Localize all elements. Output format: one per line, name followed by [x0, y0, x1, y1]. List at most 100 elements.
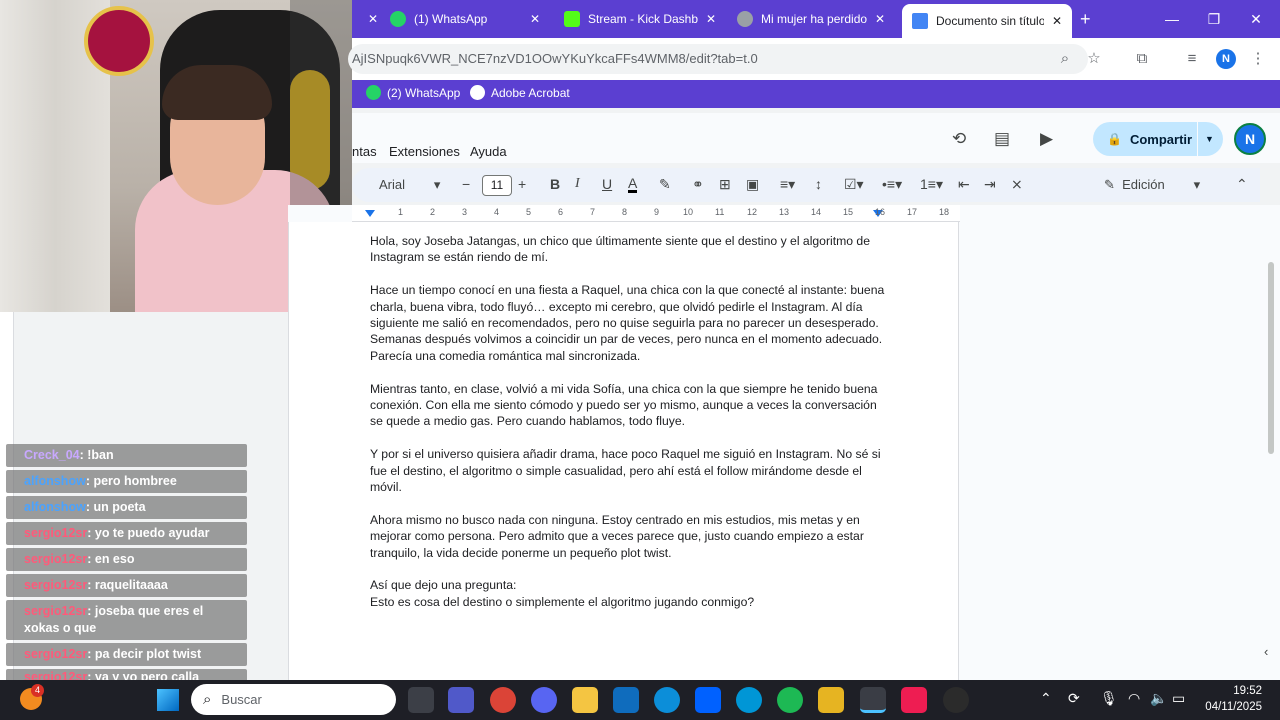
- task-view-icon[interactable]: [408, 687, 434, 713]
- ruler-number: 9: [654, 207, 660, 217]
- maximize-icon[interactable]: ❐: [1194, 0, 1234, 38]
- streamer: [150, 55, 300, 255]
- share-button[interactable]: 🔒 Compartir ▼: [1093, 122, 1223, 156]
- media-control-icon[interactable]: ≡: [1182, 49, 1202, 69]
- new-tab-button[interactable]: +: [1080, 6, 1091, 32]
- whatsapp-icon: [390, 11, 406, 27]
- chevron-down-icon[interactable]: ▼: [1205, 134, 1214, 144]
- editing-mode-select[interactable]: ✎ Edición ▾: [1104, 177, 1200, 193]
- obs-icon[interactable]: [943, 687, 969, 713]
- teams-icon[interactable]: [448, 687, 474, 713]
- profile-avatar[interactable]: N: [1216, 49, 1236, 69]
- close-icon[interactable]: ✕: [1052, 14, 1062, 28]
- add-comment-icon[interactable]: ⊞: [719, 176, 731, 193]
- align-icon[interactable]: ≡▾: [780, 176, 795, 193]
- menu-kebab-icon[interactable]: ⋮: [1248, 49, 1268, 69]
- bulleted-list-icon[interactable]: •≡▾: [882, 176, 902, 193]
- account-avatar[interactable]: N: [1234, 123, 1266, 155]
- increase-font-size-icon[interactable]: +: [518, 176, 526, 192]
- italic-icon[interactable]: I: [575, 176, 580, 192]
- tab-kick[interactable]: Stream - Kick Dashbo ✕: [564, 6, 724, 32]
- close-icon[interactable]: ✕: [530, 12, 540, 26]
- numbered-list-icon[interactable]: 1≡▾: [920, 176, 943, 193]
- decrease-font-size-icon[interactable]: −: [462, 176, 470, 192]
- close-window-icon[interactable]: ✕: [1236, 0, 1276, 38]
- decrease-indent-icon[interactable]: ⇤: [958, 176, 970, 193]
- extensions-icon[interactable]: ⧉: [1132, 49, 1152, 69]
- microphone-icon[interactable]: 🎙: [1100, 690, 1118, 707]
- taskbar-search[interactable]: ⌕ Buscar: [191, 684, 396, 715]
- discord-icon[interactable]: [531, 687, 557, 713]
- tab-whatsapp[interactable]: (1) WhatsApp ✕: [390, 6, 540, 32]
- chat-message: sergio12sr: joseba que eres el xokas o q…: [6, 600, 247, 640]
- tiktok-icon[interactable]: [901, 687, 927, 713]
- checklist-icon[interactable]: ☑▾: [844, 176, 864, 193]
- menu-extensiones[interactable]: Extensiones: [389, 144, 460, 159]
- underline-icon[interactable]: U: [602, 176, 612, 192]
- file-explorer-icon[interactable]: [572, 687, 598, 713]
- spotify-icon[interactable]: [777, 687, 803, 713]
- clear-formatting-icon[interactable]: ⨯: [1011, 176, 1023, 193]
- link-icon[interactable]: ⚭: [692, 176, 704, 193]
- browser-tab-bar: ✕ (1) WhatsApp ✕ Stream - Kick Dashbo ✕ …: [352, 0, 1280, 38]
- history-icon[interactable]: ⟲: [952, 129, 966, 149]
- docs-icon: [912, 13, 928, 29]
- ruler-number: 7: [590, 207, 596, 217]
- paragraph[interactable]: Ahora mismo no busco nada con ninguna. E…: [370, 512, 890, 561]
- bookmark-whatsapp[interactable]: (2) WhatsApp: [366, 85, 460, 100]
- paragraph[interactable]: Hola, soy Joseba Jatangas, un chico que …: [370, 233, 890, 266]
- meet-icon[interactable]: ▶: [1040, 129, 1053, 149]
- close-icon[interactable]: ✕: [706, 12, 716, 26]
- highlight-icon[interactable]: ✎: [659, 176, 671, 193]
- battery-icon[interactable]: ▭: [1172, 690, 1185, 707]
- chrome-active-icon[interactable]: [860, 687, 886, 713]
- side-panel-toggle-icon[interactable]: ‹: [1264, 644, 1268, 659]
- tab-close-prev[interactable]: ✕: [360, 6, 378, 32]
- font-select[interactable]: Arial ▾: [379, 177, 440, 193]
- menu-ayuda[interactable]: Ayuda: [470, 144, 507, 159]
- paragraph[interactable]: Y por si el universo quisiera añadir dra…: [370, 446, 890, 495]
- bold-icon[interactable]: B: [550, 176, 560, 192]
- line-spacing-icon[interactable]: ↕: [815, 176, 822, 192]
- chrome-icon[interactable]: [490, 687, 516, 713]
- text-color-icon[interactable]: A: [628, 176, 638, 193]
- chevron-up-icon[interactable]: ⌃: [1040, 690, 1052, 707]
- bookmark-star-icon[interactable]: ☆: [1084, 49, 1104, 69]
- volume-icon[interactable]: 🔈: [1150, 690, 1167, 707]
- ruler-number: 11: [715, 207, 725, 217]
- system-clock[interactable]: 19:52 04/11/2025: [1196, 683, 1262, 715]
- dropbox-icon[interactable]: [695, 687, 721, 713]
- menu-herramientas[interactable]: ntas: [352, 144, 377, 159]
- hp-icon[interactable]: [736, 687, 762, 713]
- url-text[interactable]: AjISNpuqk6VWR_NCE7nzVD1OOwYKuYkcaFFs4WMM…: [352, 46, 1082, 72]
- windows-start-icon[interactable]: [157, 689, 179, 711]
- tab-article[interactable]: Mi mujer ha perdido ✕: [737, 6, 892, 32]
- edge-icon[interactable]: [654, 687, 680, 713]
- outlook-icon[interactable]: [613, 687, 639, 713]
- insert-image-icon[interactable]: ▣: [746, 176, 759, 193]
- comments-icon[interactable]: ▤: [994, 129, 1010, 149]
- increase-indent-icon[interactable]: ⇥: [984, 176, 996, 193]
- ruler-number: 3: [462, 207, 468, 217]
- collapse-menus-icon[interactable]: ⌃: [1236, 176, 1248, 193]
- ruler-number: 8: [622, 207, 628, 217]
- windows-taskbar: 4 ⌕ Buscar ⌃ ⟳ 🎙 ◠ 🔈 ▭ 19:52 04/11/2025: [0, 680, 1280, 720]
- horizontal-ruler[interactable]: 1 2 3 4 5 6 7 8 9 10 11 12 13 14 15 16 1…: [352, 205, 960, 222]
- document-body[interactable]: Hola, soy Joseba Jatangas, un chico que …: [370, 233, 890, 627]
- chat-message: sergio12sr: pa decir plot twist: [6, 643, 247, 666]
- document-page[interactable]: Hola, soy Joseba Jatangas, un chico que …: [288, 222, 959, 680]
- sync-icon[interactable]: ⟳: [1068, 690, 1080, 707]
- tab-documento[interactable]: Documento sin título ✕: [902, 4, 1072, 38]
- vertical-scrollbar[interactable]: [1268, 262, 1274, 454]
- paragraph[interactable]: Mientras tanto, en clase, volvió a mi vi…: [370, 381, 890, 430]
- wifi-icon[interactable]: ◠: [1128, 690, 1140, 707]
- minimize-icon[interactable]: —: [1152, 0, 1192, 38]
- font-size-input[interactable]: 11: [482, 175, 512, 196]
- left-indent-marker[interactable]: [365, 210, 375, 217]
- close-icon[interactable]: ✕: [875, 12, 885, 26]
- bookmark-acrobat[interactable]: Adobe Acrobat: [470, 85, 570, 100]
- zoom-icon[interactable]: ⌕: [1055, 49, 1075, 69]
- app-icon[interactable]: [818, 687, 844, 713]
- paragraph[interactable]: Así que dejo una pregunta: Esto es cosa …: [370, 577, 890, 610]
- paragraph[interactable]: Hace un tiempo conocí en una fiesta a Ra…: [370, 282, 890, 364]
